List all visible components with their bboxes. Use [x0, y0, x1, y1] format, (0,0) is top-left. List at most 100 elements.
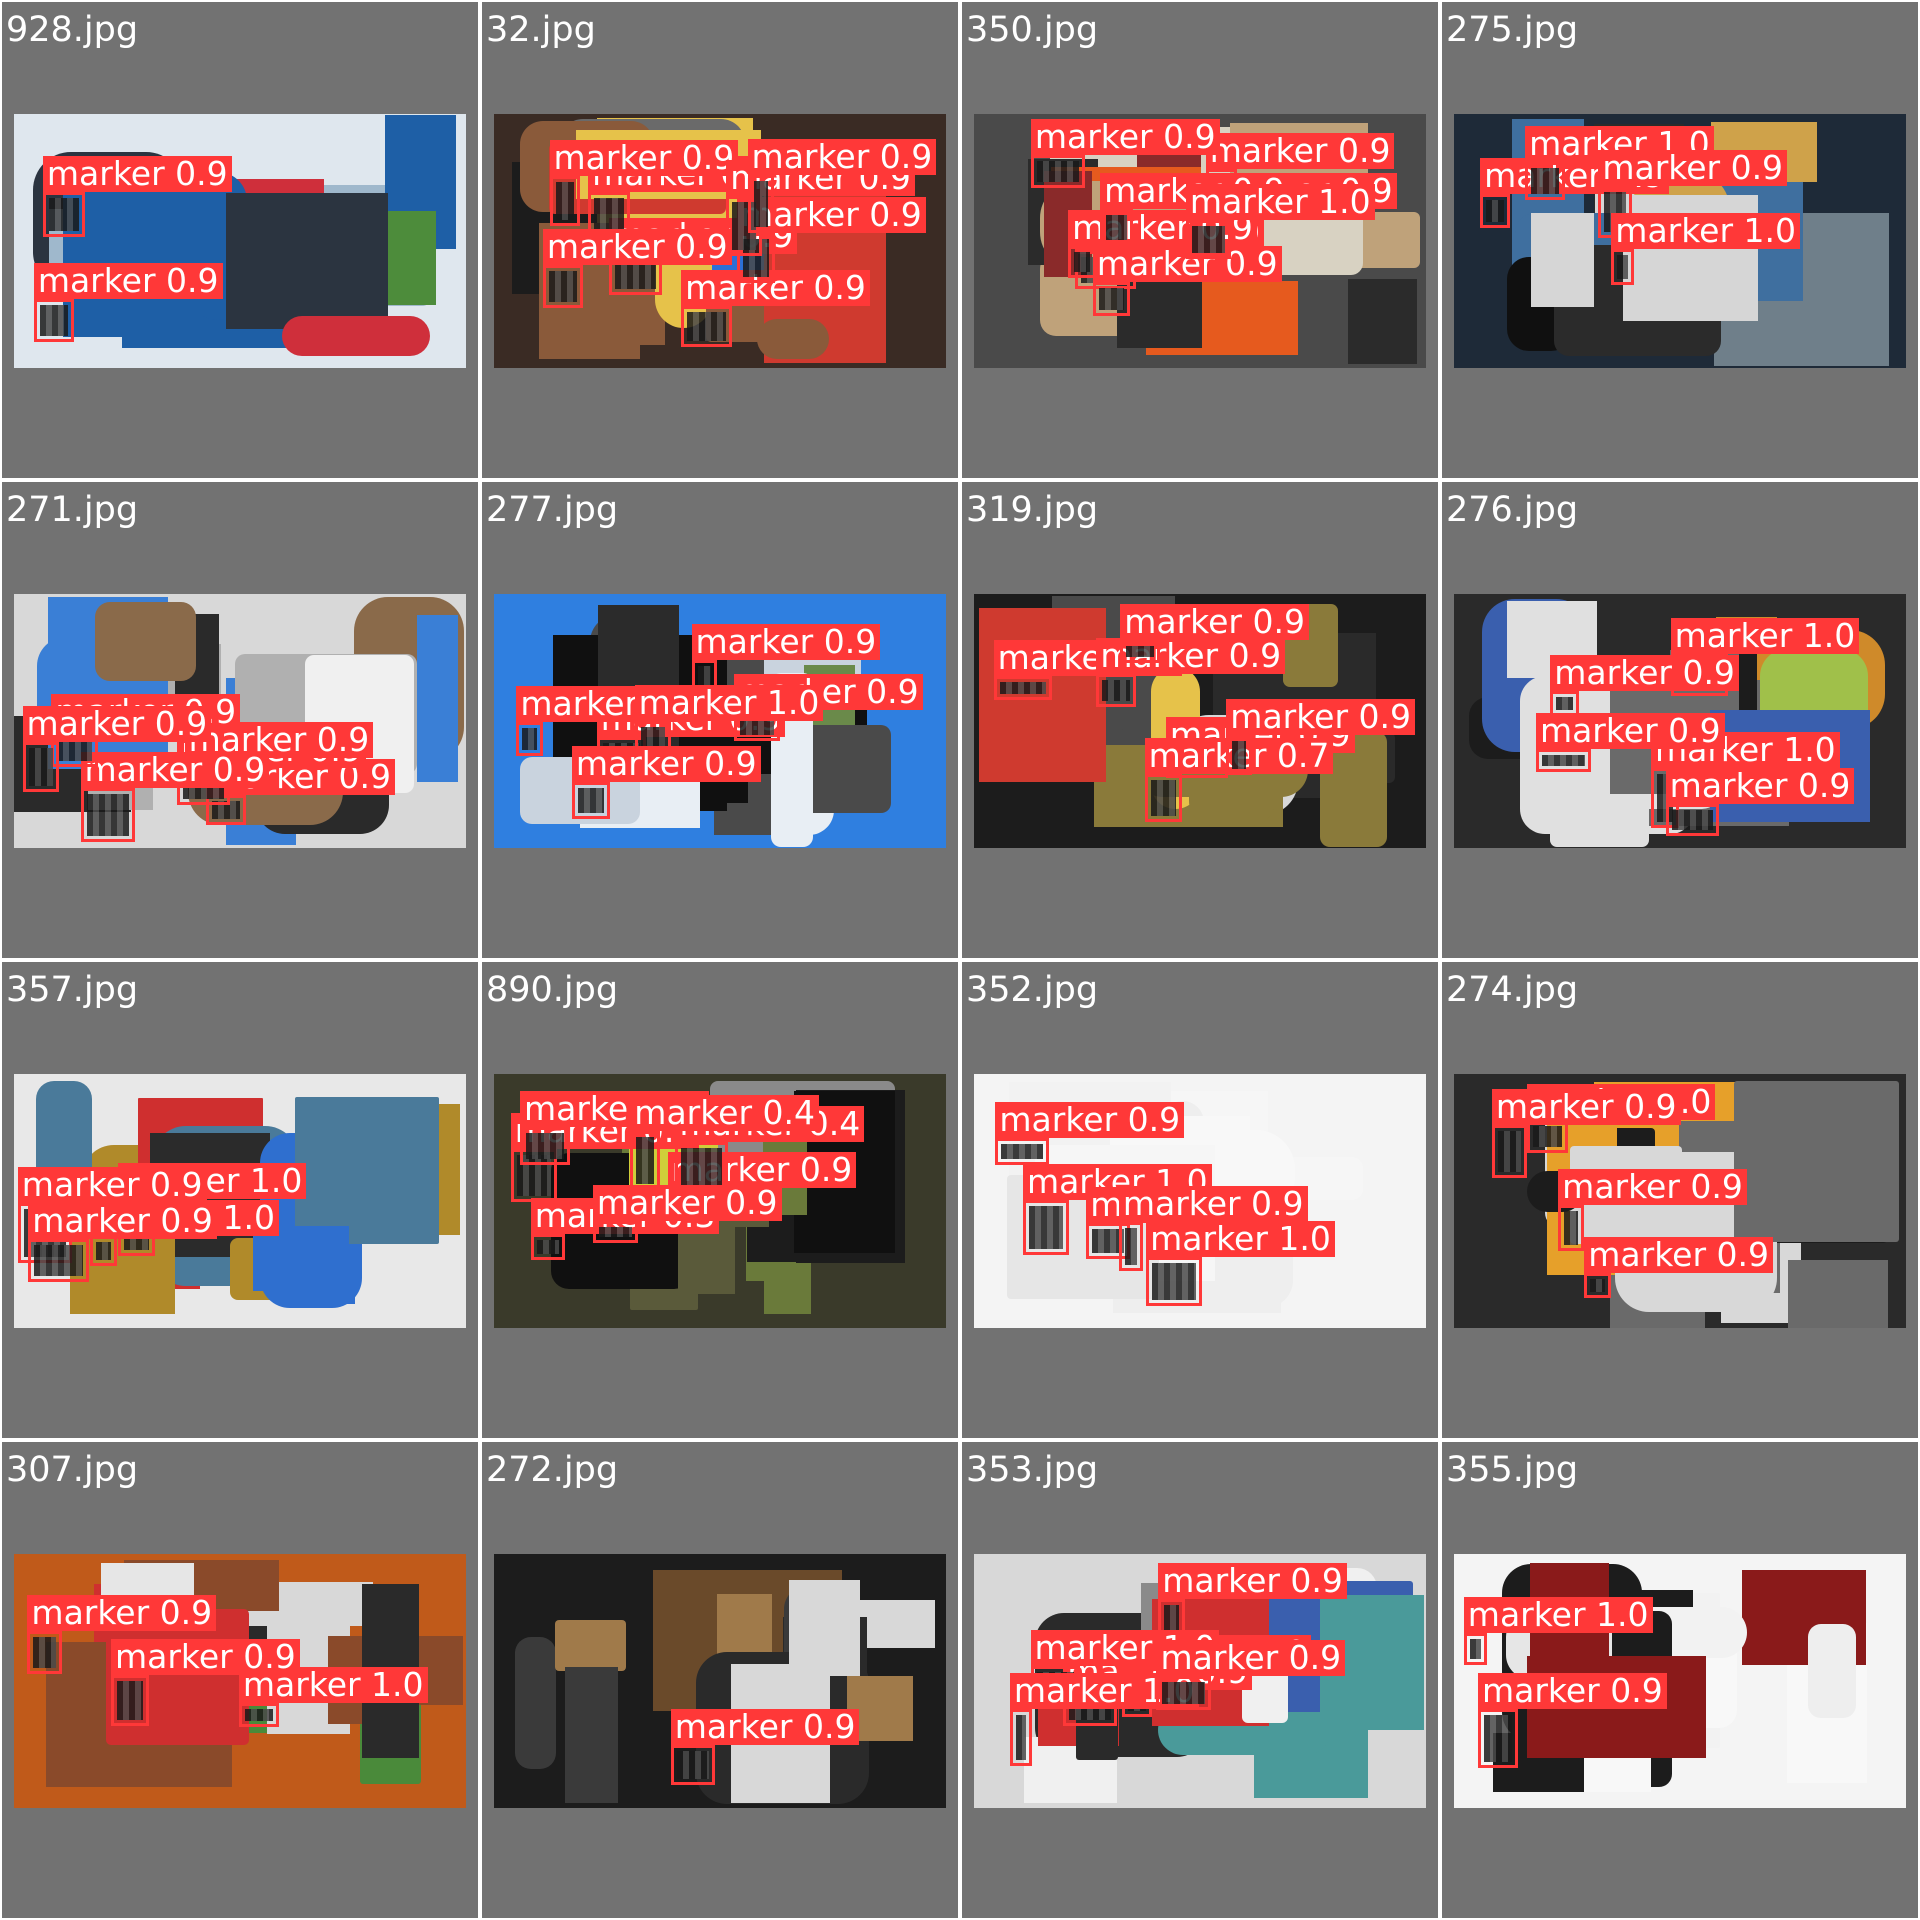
aruco-marker-icon: [687, 311, 727, 341]
image-tile[interactable]: 350.jpg marker 0.9 marker 0.9 marker 0.9 mar…: [960, 0, 1440, 480]
aruco-marker-icon: [244, 1709, 273, 1721]
tile-filename: 274.jpg: [1446, 970, 1579, 1010]
aruco-marker-icon: [34, 1245, 83, 1276]
marker-bounding-box: [1584, 1272, 1611, 1298]
marker-bounding-box: [1665, 804, 1719, 836]
collage-image: [14, 114, 466, 368]
image-tile[interactable]: 271.jpg marker 0.9 marker 0.9 marker 0.9 mar…: [0, 480, 480, 960]
aruco-marker-icon: [48, 198, 79, 231]
aruco-marker-icon: [1671, 810, 1713, 830]
aruco-marker-icon: [522, 727, 537, 751]
collage-object: [1734, 1080, 1900, 1242]
image-tile[interactable]: 307.jpg marker 0.9 marker 1.0 marker 0.9: [0, 1440, 480, 1920]
aruco-marker-icon: [1001, 1144, 1043, 1160]
collage-object: [554, 1620, 626, 1671]
aruco-marker-icon: [33, 1637, 57, 1668]
detection-label: marker 0.9: [1491, 1088, 1681, 1125]
image-tile[interactable]: 355.jpg marker 1.0 marker 0.9: [1440, 1440, 1920, 1920]
detection-label: marker 0.9: [1584, 1236, 1773, 1273]
detection-label: marker 0.9: [670, 1709, 860, 1746]
detection-label: marker 0.9: [1535, 713, 1725, 750]
detection-label: marker 1.0: [1463, 1596, 1653, 1633]
marker-bounding-box: [238, 1703, 279, 1727]
marker-bounding-box: [571, 782, 611, 819]
marker-bounding-box: [747, 174, 775, 234]
detection-label: marker 0.9: [22, 705, 212, 742]
image-tile[interactable]: 352.jpg marker 1.0 marker 0.9 marker 1.0 mar…: [960, 960, 1440, 1440]
detection-label: marker 0.9: [1158, 1563, 1347, 1600]
image-tile[interactable]: 890.jpgmarker 0.9marker 0.9marker 0.9mar…: [480, 960, 960, 1440]
aruco-marker-icon: [1590, 1278, 1605, 1292]
image-tile[interactable]: 928.jpg marker 0.9 marker 0.9: [0, 0, 480, 480]
detection-label: marker 0.9: [1118, 1186, 1308, 1223]
tile-filename: 272.jpg: [486, 1450, 619, 1490]
image-tile[interactable]: 275.jpg marker 0.9 marker 1.0 marker 0.9 mar…: [1440, 0, 1920, 480]
marker-bounding-box: [530, 1233, 566, 1261]
aruco-marker-icon: [96, 1242, 111, 1261]
marker-bounding-box: [1185, 219, 1232, 260]
image-tile[interactable]: 272.jpg marker 0.9: [480, 1440, 960, 1920]
aruco-marker-icon: [1126, 646, 1155, 658]
detection-label: marker 0.9: [691, 624, 881, 661]
marker-bounding-box: [1146, 1256, 1203, 1307]
aruco-marker-icon: [1162, 1681, 1206, 1705]
image-tile[interactable]: 319.jpgmarker 0.9marker 0.9marker 0.9mar…: [960, 480, 1440, 960]
detection-label: marker 0.9: [592, 1185, 782, 1222]
aruco-marker-icon: [1483, 1715, 1512, 1763]
aruco-marker-icon: [1541, 755, 1586, 766]
collage-image: [494, 1554, 946, 1808]
aruco-marker-icon: [1486, 200, 1505, 223]
collage-object: [225, 193, 389, 330]
aruco-marker-icon: [526, 1133, 564, 1159]
marker-bounding-box: [542, 265, 583, 308]
detection-label: marker 0.9: [747, 138, 937, 175]
marker-bounding-box: [516, 721, 543, 757]
image-tile[interactable]: 274.jpgmarker 0.9marker 0.9marker 1.0mar…: [1440, 960, 1920, 1440]
aruco-marker-icon: [1152, 1262, 1197, 1301]
tile-filename: 307.jpg: [6, 1450, 139, 1490]
aruco-marker-icon: [117, 1681, 143, 1721]
aruco-marker-icon: [1036, 161, 1080, 183]
image-tile[interactable]: 276.jpg marker 1.0 marker 0.9 marker 1.0 mar…: [1440, 480, 1920, 960]
marker-bounding-box: [1535, 749, 1592, 772]
marker-bounding-box: [22, 741, 59, 792]
detection-label: marker 0.9: [1156, 1639, 1346, 1676]
collage-object: [95, 601, 196, 682]
tile-filename: 353.jpg: [966, 1450, 1099, 1490]
image-tile[interactable]: 277.jpg marker 0.9 marker 0.9 marker 0.9 mar…: [480, 480, 960, 960]
detection-label: marker 0.9: [111, 1639, 300, 1676]
tile-filename: 890.jpg: [486, 970, 619, 1010]
image-tile[interactable]: 353.jpgmarker 0.9marker 0.9marker 1.0mar…: [960, 1440, 1440, 1920]
marker-bounding-box: [520, 1127, 570, 1165]
detection-label: marker 0.9: [27, 1595, 217, 1631]
marker-bounding-box: [1480, 194, 1511, 229]
aruco-marker-icon: [555, 181, 575, 221]
collage-object: [1808, 1624, 1856, 1718]
marker-bounding-box: [1120, 640, 1161, 664]
marker-bounding-box: [1022, 1199, 1069, 1255]
marker-bounding-box: [1477, 1709, 1518, 1769]
tile-filename: 32.jpg: [486, 10, 596, 50]
marker-bounding-box: [1463, 1632, 1487, 1666]
detection-label: marker 0.9: [17, 1167, 207, 1204]
aruco-marker-icon: [86, 793, 129, 836]
detection-label: marker 1.0: [1185, 183, 1375, 220]
aruco-marker-icon: [676, 1751, 710, 1779]
marker-bounding-box: [1226, 734, 1253, 776]
detection-label: marker 0.9: [1558, 1168, 1747, 1205]
collage-object: [1788, 1259, 1889, 1328]
tile-filename: 277.jpg: [486, 490, 619, 530]
marker-bounding-box: [1611, 248, 1635, 286]
detection-label: marker 0.9: [549, 139, 739, 176]
aruco-marker-icon: [1497, 1130, 1522, 1173]
detection-label: marker 0.9: [1598, 150, 1788, 187]
marker-bounding-box: [1009, 1708, 1032, 1766]
marker-bounding-box: [681, 305, 733, 347]
marker-bounding-box: [42, 192, 85, 237]
marker-bounding-box: [1030, 155, 1086, 189]
tile-filename: 275.jpg: [1446, 10, 1579, 50]
marker-bounding-box: [670, 1745, 716, 1785]
marker-bounding-box: [1096, 674, 1137, 708]
image-tile[interactable]: 357.jpgmarker 1.0marker 1.0marker 0.9mar…: [0, 960, 480, 1440]
image-tile[interactable]: 32.jpgmarker 0.9marker 0.9marker 0.9mark…: [480, 0, 960, 480]
